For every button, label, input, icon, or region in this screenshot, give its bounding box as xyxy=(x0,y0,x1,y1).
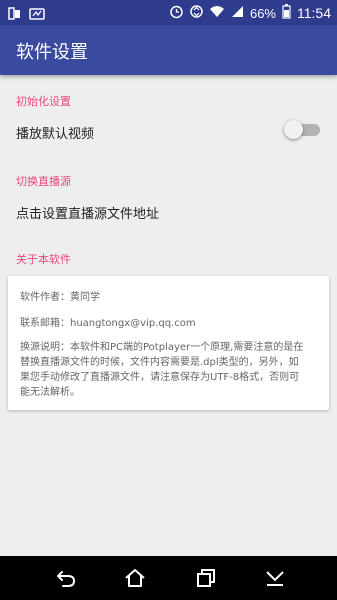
alarm-icon xyxy=(169,4,184,22)
section-header-init: 初始化设置 xyxy=(16,95,71,108)
note-line-4: 能无法解析。 xyxy=(20,387,80,398)
recents-icon[interactable] xyxy=(193,568,217,588)
toggle-thumb xyxy=(284,120,303,139)
signal-icon xyxy=(231,5,244,21)
author-text: 软件作者：黄同学 xyxy=(20,292,100,303)
note-line-1: 换源说明：本软件和PC端的Potplayer一个原理,需要注意的是在 xyxy=(20,342,304,353)
note-line-3: 果您手动修改了直播源文件，请注意保存为UTF-8格式，否则可 xyxy=(20,372,300,383)
back-icon[interactable] xyxy=(54,568,78,588)
set-source-path-item[interactable]: 点击设置直播源文件地址 xyxy=(16,203,159,222)
battery-icon xyxy=(282,4,291,22)
wifi-icon xyxy=(209,5,225,21)
home-icon[interactable] xyxy=(123,568,147,588)
section-header-source: 切换直播源 xyxy=(16,175,71,188)
menu-down-icon[interactable] xyxy=(263,568,287,588)
page-title: 软件设置 xyxy=(16,42,88,63)
clock: 11:54 xyxy=(297,5,331,21)
about-card: 软件作者：黄同学 联系邮箱：huangtongx@vip.qq.com 换源说明… xyxy=(8,276,329,410)
autoplay-toggle[interactable] xyxy=(284,120,320,139)
autoplay-default-video-label[interactable]: 播放默认视频 xyxy=(16,123,94,142)
note-line-2: 替换直播源文件的时候，文件内容需要是.dpl类型的，另外，如 xyxy=(20,357,299,368)
battery-percent: 66% xyxy=(249,5,276,21)
email-text: 联系邮箱：huangtongx@vip.qq.com xyxy=(20,318,196,329)
app-bar: 软件设置 xyxy=(0,25,337,75)
data-icon xyxy=(190,4,203,22)
notification-icon xyxy=(29,5,45,24)
navigation-bar xyxy=(0,556,337,600)
section-header-about: 关于本软件 xyxy=(16,253,71,266)
sim-icon xyxy=(8,5,21,24)
status-bar: 66% 11:54 xyxy=(0,0,337,25)
